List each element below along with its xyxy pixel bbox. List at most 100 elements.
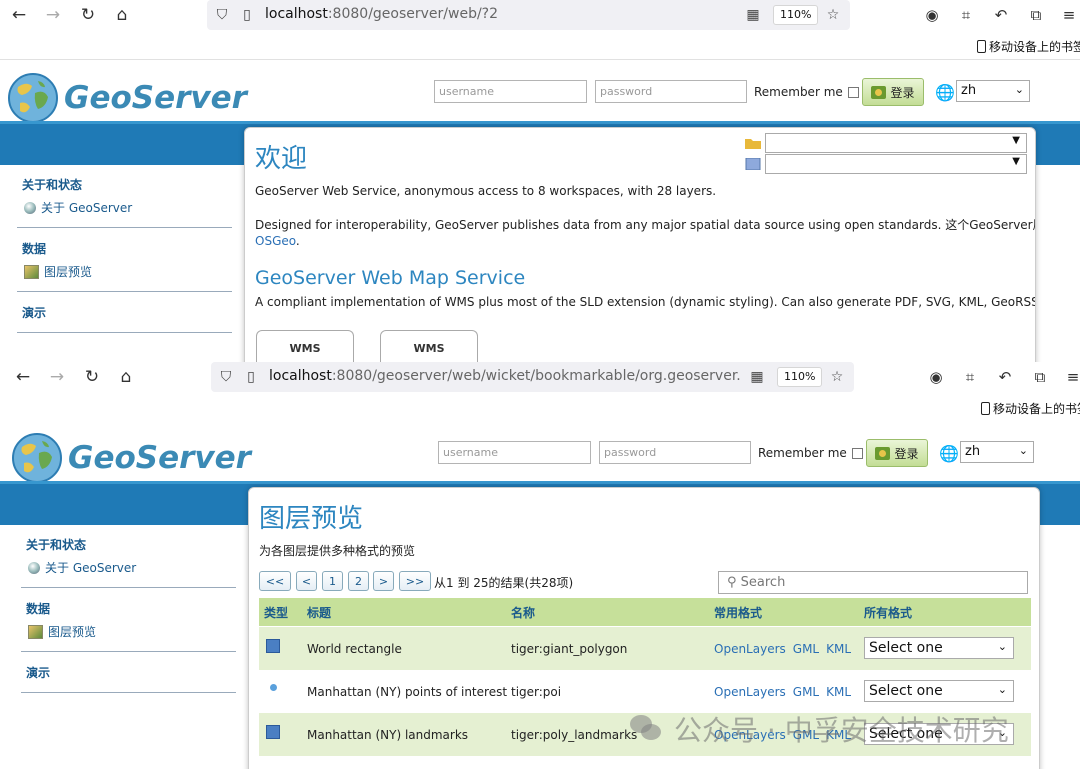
pager-last-button[interactable]: >> [399, 571, 431, 591]
polygon-layer-icon [266, 725, 280, 739]
qr-code-icon[interactable]: ▦ [748, 368, 766, 386]
extensions-icon[interactable]: ⧉ [1025, 4, 1047, 26]
reload-icon[interactable]: ↻ [77, 4, 99, 26]
common-formats: OpenLayers GML KML [714, 685, 858, 699]
username-input[interactable]: username [434, 80, 587, 103]
remember-me[interactable]: Remember me [758, 446, 863, 460]
language-select[interactable]: zh ⌄ [960, 441, 1034, 463]
all-formats-select[interactable]: Select one ⌄ [864, 680, 1014, 702]
layer-select[interactable]: ▼ [765, 154, 1027, 174]
screenshot-layer-preview: ← → ↻ ⌂ ⛉ ▯ localhost:8080/geoserver/web… [0, 362, 1080, 769]
shield-icon[interactable]: ⛉ [217, 368, 235, 386]
sidebar: 关于和状态 关于 GeoServer 数据 图层预览 演示 [17, 170, 232, 339]
wms-tab-2[interactable]: WMS [380, 330, 478, 362]
kml-link[interactable]: KML [826, 685, 851, 699]
bookmark-star-icon[interactable]: ☆ [828, 368, 846, 386]
url-text[interactable]: localhost:8080/geoserver/web/?2 [265, 6, 735, 22]
username-input[interactable]: username [438, 441, 591, 464]
language-select[interactable]: zh ⌄ [956, 80, 1030, 102]
openlayers-link[interactable]: OpenLayers [714, 685, 786, 699]
sidebar-item-about-geoserver[interactable]: 关于 GeoServer [21, 556, 236, 579]
bookmarks-bar: 移动设备上的书签 [0, 392, 1080, 422]
column-all-formats: 所有格式 [864, 606, 913, 620]
zoom-level[interactable]: 110% [773, 5, 819, 25]
account-icon[interactable]: ◉ [921, 4, 943, 26]
forward-icon[interactable]: → [46, 366, 68, 388]
layer-name: tiger:poi [511, 685, 562, 699]
back-icon[interactable]: ← [8, 4, 30, 26]
chevron-down-icon: ⌄ [997, 640, 1007, 653]
mobile-bookmarks[interactable]: 移动设备上的书签 [981, 400, 1080, 417]
column-type[interactable]: 类型 [264, 604, 288, 621]
login-button[interactable]: 登录 [866, 439, 928, 467]
wms-tab-1[interactable]: WMS [256, 330, 354, 362]
bookmark-star-icon[interactable]: ☆ [824, 6, 842, 24]
workspace-select[interactable]: ▼ [765, 133, 1027, 153]
remember-me-checkbox[interactable] [847, 86, 859, 98]
polygon-layer-icon [266, 639, 280, 653]
folder-icon [745, 139, 761, 149]
login-icon [875, 446, 891, 460]
sidebar-item-about-geoserver[interactable]: 关于 GeoServer [17, 196, 232, 219]
phone-icon [977, 40, 986, 53]
reload-icon[interactable]: ↻ [81, 366, 103, 388]
page-icon[interactable]: ▯ [238, 6, 256, 24]
sidebar-item-layer-preview[interactable]: 图层预览 [21, 620, 236, 643]
wechat-icon [630, 715, 664, 743]
qr-code-icon[interactable]: ▦ [744, 6, 762, 24]
home-icon[interactable]: ⌂ [115, 366, 137, 388]
login-button[interactable]: 登录 [862, 78, 924, 106]
gml-link[interactable]: GML [793, 642, 819, 656]
crop-icon[interactable]: ⌗ [959, 366, 981, 388]
divider [21, 651, 236, 652]
remember-me-checkbox[interactable] [851, 447, 863, 459]
shield-icon[interactable]: ⛉ [213, 6, 231, 24]
sidebar-section-demos[interactable]: 演示 [17, 298, 232, 324]
remember-me[interactable]: Remember me [754, 85, 859, 99]
sidebar-item-layer-preview[interactable]: 图层预览 [17, 260, 232, 283]
mobile-bookmarks[interactable]: 移动设备上的书签 [977, 38, 1080, 55]
url-bar[interactable]: ⛉ ▯ localhost:8080/geoserver/web/?2 ▦ 11… [207, 0, 850, 30]
extensions-icon[interactable]: ⧉ [1029, 366, 1051, 388]
column-title[interactable]: 标题 [307, 604, 331, 621]
search-input[interactable]: ⚲ Search [718, 571, 1028, 594]
back-icon[interactable]: ← [12, 366, 34, 388]
account-icon[interactable]: ◉ [925, 366, 947, 388]
pager-page-2[interactable]: 2 [348, 571, 369, 591]
password-input[interactable]: password [599, 441, 751, 464]
menu-icon[interactable]: ≡ [1062, 366, 1080, 388]
page-icon[interactable]: ▯ [242, 368, 260, 386]
column-name[interactable]: 名称 [511, 604, 535, 621]
geoserver-logo[interactable]: GeoServer [12, 433, 251, 483]
sidebar-section-data: 数据 [26, 602, 51, 616]
crop-icon[interactable]: ⌗ [955, 4, 977, 26]
url-text[interactable]: localhost:8080/geoserver/web/wicket/book… [269, 368, 741, 384]
pager-first-button[interactable]: << [259, 571, 291, 591]
logo-text: GeoServer [68, 440, 251, 476]
undo-icon[interactable]: ↶ [994, 366, 1016, 388]
chevron-down-icon: ⌄ [997, 683, 1007, 696]
kml-link[interactable]: KML [826, 642, 851, 656]
forward-icon[interactable]: → [42, 4, 64, 26]
undo-icon[interactable]: ↶ [990, 4, 1012, 26]
url-bar[interactable]: ⛉ ▯ localhost:8080/geoserver/web/wicket/… [211, 362, 854, 392]
column-common-formats: 常用格式 [714, 606, 763, 620]
openlayers-link[interactable]: OpenLayers [714, 642, 786, 656]
welcome-panel: 欢迎 ▼ ▼ GeoServer Web Service, anonymous … [244, 127, 1036, 362]
all-formats-select[interactable]: Select one ⌄ [864, 637, 1014, 659]
pager-page-1[interactable]: 1 [322, 571, 343, 591]
sidebar-section-demos[interactable]: 演示 [21, 658, 236, 684]
pager-next-button[interactable]: > [373, 571, 394, 591]
menu-icon[interactable]: ≡ [1058, 4, 1080, 26]
home-icon[interactable]: ⌂ [111, 4, 133, 26]
page-title: 欢迎 [255, 144, 308, 174]
table-row: World rectangle tiger:giant_polygon Open… [259, 627, 1031, 670]
geoserver-logo[interactable]: GeoServer [8, 73, 247, 123]
gml-link[interactable]: GML [793, 685, 819, 699]
osgeo-link[interactable]: OSGeo [255, 234, 296, 248]
zoom-level[interactable]: 110% [777, 367, 823, 387]
password-input[interactable]: password [595, 80, 747, 103]
pager-prev-button[interactable]: < [296, 571, 317, 591]
page-subtitle: 为各图层提供多种格式的预览 [259, 544, 416, 558]
results-count: 从1 到 25的结果(共28项) [434, 576, 574, 590]
